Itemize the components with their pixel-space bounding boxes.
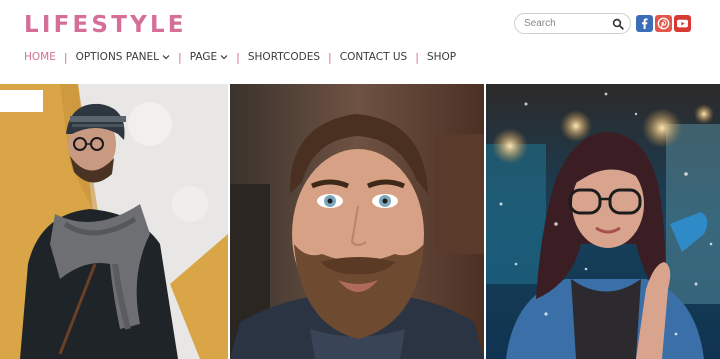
search-icon[interactable] bbox=[612, 18, 624, 30]
youtube-icon bbox=[677, 19, 688, 28]
nav-item-options-panel[interactable]: OPTIONS PANEL bbox=[76, 51, 170, 63]
photo-man-beanie-scarf bbox=[0, 84, 228, 359]
nav-item-page[interactable]: PAGE bbox=[190, 51, 228, 63]
nav-separator: | bbox=[178, 50, 182, 64]
facebook-icon bbox=[642, 18, 648, 29]
nav-separator: | bbox=[328, 50, 332, 64]
youtube-button[interactable] bbox=[674, 15, 691, 32]
pinterest-button[interactable] bbox=[655, 15, 672, 32]
search-box[interactable] bbox=[514, 13, 631, 34]
nav-item-home[interactable]: HOME bbox=[24, 51, 56, 63]
photo-gallery bbox=[0, 84, 720, 359]
photo-overlay-tag bbox=[0, 90, 43, 112]
site-header: LIFESTYLE HOME | OPTIONS PANEL bbox=[0, 0, 720, 84]
nav-item-shop[interactable]: SHOP bbox=[427, 51, 456, 63]
facebook-button[interactable] bbox=[636, 15, 653, 32]
nav-item-contact-us[interactable]: CONTACT US bbox=[340, 51, 407, 63]
nav-item-label: HOME bbox=[24, 51, 56, 63]
photo-bearded-man bbox=[230, 84, 484, 359]
nav-item-label: OPTIONS PANEL bbox=[75, 51, 159, 63]
nav-item-label: SHOP bbox=[426, 51, 457, 63]
nav-item-shortcodes[interactable]: SHORTCODES bbox=[248, 51, 320, 63]
nav-separator: | bbox=[63, 50, 68, 64]
gallery-photo-1[interactable] bbox=[0, 84, 228, 359]
photo-woman-glasses bbox=[486, 84, 720, 359]
search-input[interactable] bbox=[524, 16, 608, 31]
chevron-down-icon bbox=[162, 55, 170, 60]
main-nav: HOME | OPTIONS PANEL | PAGE | SHORTCODES… bbox=[24, 49, 456, 65]
nav-separator: | bbox=[236, 50, 240, 64]
site-logo[interactable]: LIFESTYLE bbox=[24, 12, 187, 38]
gallery-photo-3[interactable] bbox=[486, 84, 720, 359]
nav-item-label: PAGE bbox=[189, 51, 218, 63]
nav-item-label: SHORTCODES bbox=[247, 51, 321, 63]
pinterest-icon bbox=[657, 17, 670, 30]
gallery-photo-2[interactable] bbox=[230, 84, 484, 359]
nav-separator: | bbox=[415, 50, 419, 64]
chevron-down-icon bbox=[220, 55, 228, 60]
nav-item-label: CONTACT US bbox=[339, 51, 408, 63]
